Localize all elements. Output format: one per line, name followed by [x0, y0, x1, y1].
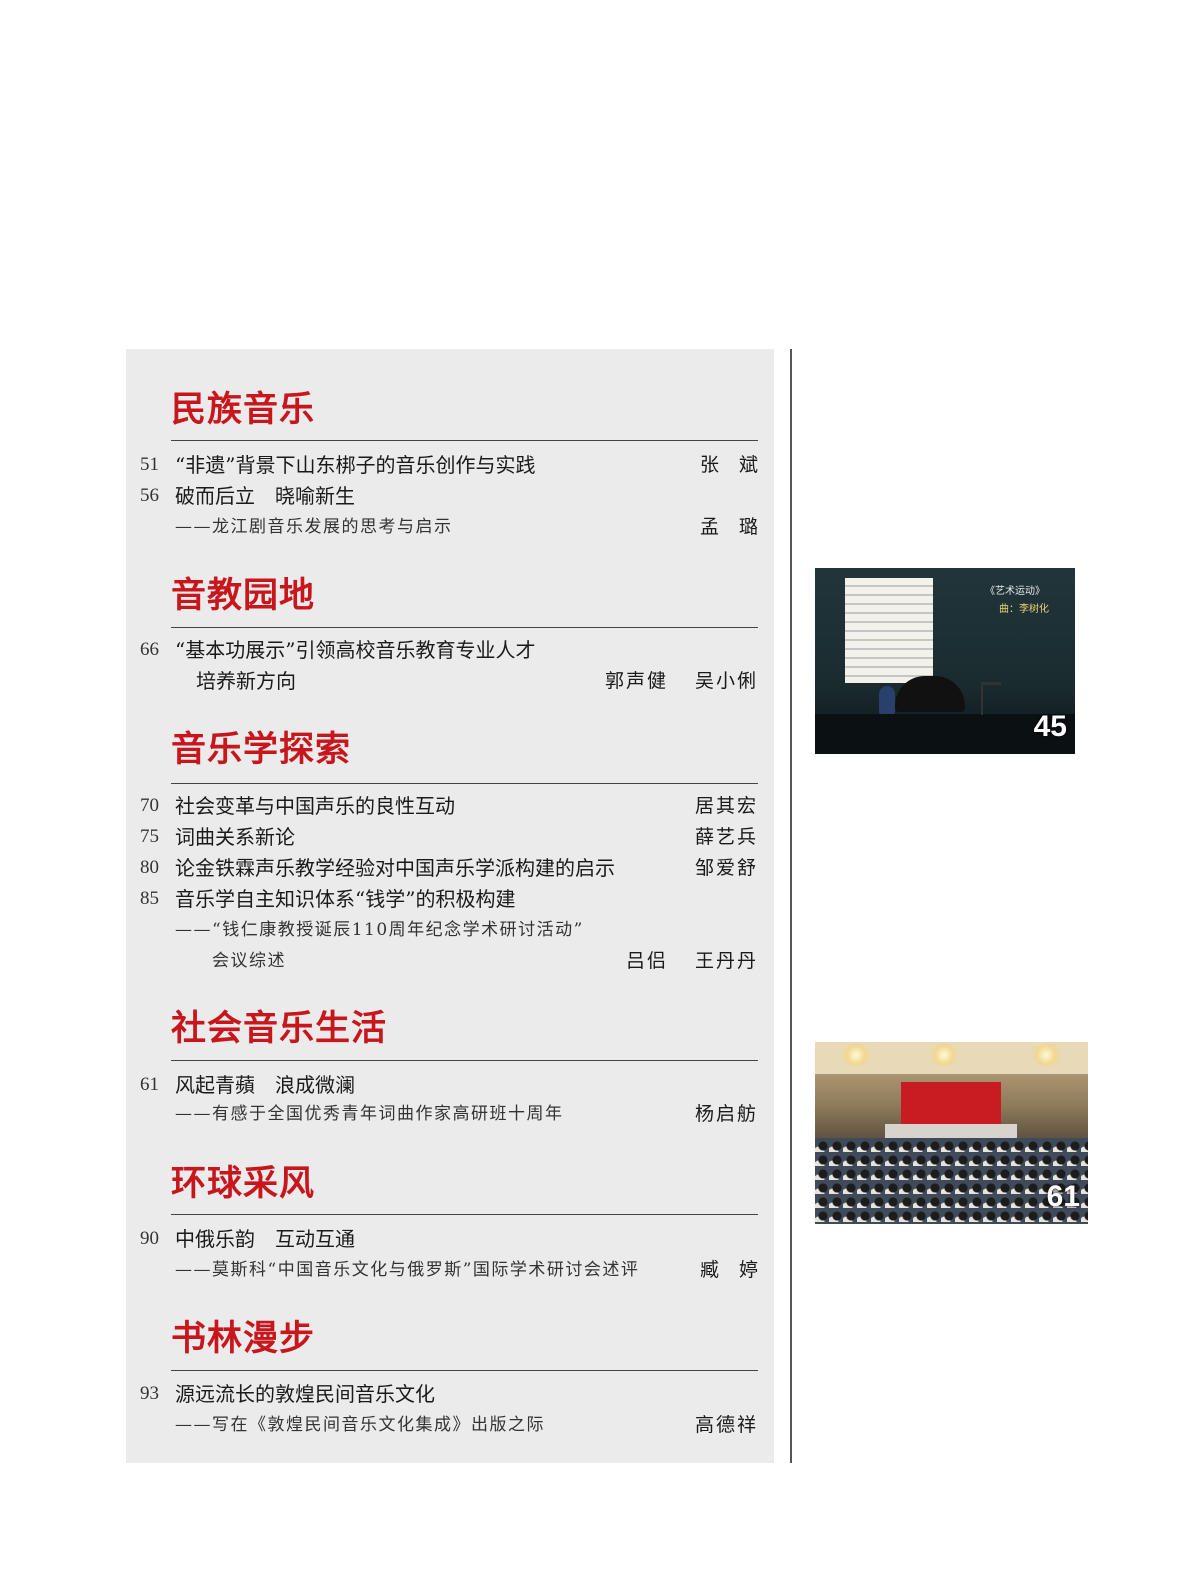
article-title: “非遗”背景下山东梆子的音乐创作与实践 — [175, 453, 536, 477]
article-author: 邹爱舒 — [694, 857, 758, 879]
table-of-contents-panel: 民族音乐 51 “非遗”背景下山东梆子的音乐创作与实践 张斌 56 破而后立 晓… — [126, 349, 774, 1463]
toc-entry-subtitle-row: ——龙江剧音乐发展的思考与启示 孟璐 — [126, 512, 774, 542]
section-divider — [171, 440, 758, 441]
section-title: 书林漫步 — [171, 1319, 316, 1359]
article-title: 破而后立 晓喻新生 — [175, 484, 355, 508]
article-title: 源远流长的敦煌民间音乐文化 — [175, 1382, 435, 1406]
toc-entry[interactable]: 75 词曲关系新论 薛艺兵 — [126, 822, 774, 852]
photo-piano-recital[interactable]: 《艺术运动》 曲：李树化 45 — [815, 568, 1075, 754]
section-title: 民族音乐 — [171, 390, 316, 430]
grand-piano — [895, 676, 965, 712]
article-author-2: 吴小俐 — [694, 670, 758, 692]
section-title: 音教园地 — [171, 576, 316, 616]
section-divider — [171, 1370, 758, 1371]
page-number: 66 — [140, 639, 159, 660]
red-banner — [901, 1082, 1001, 1124]
toc-entry[interactable]: 61 风起青蘋 浪成微澜 — [126, 1070, 774, 1100]
photo-conference-hall[interactable]: 61 — [815, 1042, 1088, 1224]
article-subtitle: ——有感于全国优秀青年词曲作家高研班十周年 — [175, 1104, 564, 1124]
article-author: 张斌 — [699, 454, 778, 476]
article-title-line2: 培养新方向 — [196, 669, 296, 693]
photo-page-number: 61 — [1046, 1180, 1080, 1213]
page-number: 75 — [140, 826, 159, 847]
chandelier — [1029, 1044, 1063, 1066]
article-author-2: 王丹丹 — [694, 950, 758, 972]
article-subtitle: ——写在《敦煌民间音乐文化集成》出版之际 — [175, 1415, 545, 1435]
page-number: 85 — [140, 888, 159, 909]
toc-entry[interactable]: 85 音乐学自主知识体系“钱学”的积极构建 — [126, 884, 774, 914]
article-title: “基本功展示”引领高校音乐教育专业人才 — [175, 638, 536, 662]
toc-entry-continuation-row: 会议综述 吕侣 王丹丹 — [126, 946, 774, 976]
section-title: 环球采风 — [171, 1164, 316, 1204]
toc-entry[interactable]: 51 “非遗”背景下山东梆子的音乐创作与实践 张斌 — [126, 450, 774, 480]
article-subtitle: ——“钱仁康教授诞辰110周年纪念学术研讨活动” — [175, 920, 584, 940]
toc-entry[interactable]: 93 源远流长的敦煌民间音乐文化 — [126, 1379, 774, 1409]
toc-entry[interactable]: 56 破而后立 晓喻新生 — [126, 481, 774, 511]
photo-caption-title: 《艺术运动》 — [985, 586, 1045, 597]
section-divider — [171, 627, 758, 628]
article-title: 音乐学自主知识体系“钱学”的积极构建 — [175, 887, 516, 911]
article-title: 词曲关系新论 — [175, 825, 295, 849]
article-author: 高德祥 — [694, 1414, 758, 1436]
page-number: 80 — [140, 857, 159, 878]
projected-score — [845, 578, 933, 683]
article-title: 社会变革与中国声乐的良性互动 — [175, 794, 455, 818]
page-number: 70 — [140, 795, 159, 816]
article-author: 居其宏 — [694, 795, 758, 817]
article-author: 吕侣 — [625, 950, 668, 972]
toc-entry-subtitle-row: ——莫斯科“中国音乐文化与俄罗斯”国际学术研讨会述评 臧婷 — [126, 1255, 774, 1285]
article-subtitle: ——莫斯科“中国音乐文化与俄罗斯”国际学术研讨会述评 — [175, 1260, 640, 1280]
article-subtitle: ——龙江剧音乐发展的思考与启示 — [175, 517, 453, 537]
article-author: 郭声健 — [604, 670, 668, 692]
speaker-dais — [885, 1124, 1017, 1138]
article-author: 薛艺兵 — [694, 826, 758, 848]
chandelier — [927, 1044, 961, 1066]
toc-entry-subtitle-row: ——写在《敦煌民间音乐文化集成》出版之际 高德祥 — [126, 1410, 774, 1440]
music-stand — [981, 682, 1001, 715]
toc-entry-subtitle-row: ——有感于全国优秀青年词曲作家高研班十周年 杨启舫 — [126, 1099, 774, 1129]
article-author: 孟璐 — [699, 516, 778, 538]
page-number: 90 — [140, 1228, 159, 1249]
article-subtitle-line2: 会议综述 — [212, 951, 286, 971]
section-divider — [171, 1214, 758, 1215]
page-number: 56 — [140, 485, 159, 506]
chandelier — [839, 1044, 873, 1066]
page-number: 51 — [140, 454, 159, 475]
photo-caption-composer: 曲：李树化 — [999, 604, 1049, 615]
article-title: 风起青蘋 浪成微澜 — [175, 1073, 355, 1097]
section-divider — [171, 783, 758, 784]
photo-page-number: 45 — [1033, 710, 1067, 743]
toc-entry-continuation-row: 培养新方向 郭声健 吴小俐 — [126, 666, 774, 696]
toc-entry[interactable]: 70 社会变革与中国声乐的良性互动 居其宏 — [126, 791, 774, 821]
column-divider — [790, 349, 792, 1463]
article-author: 臧婷 — [699, 1259, 778, 1281]
toc-entry[interactable]: 66 “基本功展示”引领高校音乐教育专业人才 — [126, 635, 774, 665]
section-title: 社会音乐生活 — [171, 1009, 388, 1049]
page-number: 61 — [140, 1074, 159, 1095]
toc-entry[interactable]: 90 中俄乐韵 互动互通 — [126, 1224, 774, 1254]
pianist-figure — [879, 686, 895, 714]
section-title: 音乐学探索 — [171, 730, 352, 770]
article-author: 杨启舫 — [694, 1103, 758, 1125]
article-title: 中俄乐韵 互动互通 — [175, 1227, 355, 1251]
toc-entry-subtitle-row: ——“钱仁康教授诞辰110周年纪念学术研讨活动” — [126, 915, 774, 945]
page-number: 93 — [140, 1383, 159, 1404]
toc-entry[interactable]: 80 论金铁霖声乐教学经验对中国声乐学派构建的启示 邹爱舒 — [126, 853, 774, 883]
section-divider — [171, 1060, 758, 1061]
article-title: 论金铁霖声乐教学经验对中国声乐学派构建的启示 — [175, 856, 615, 880]
